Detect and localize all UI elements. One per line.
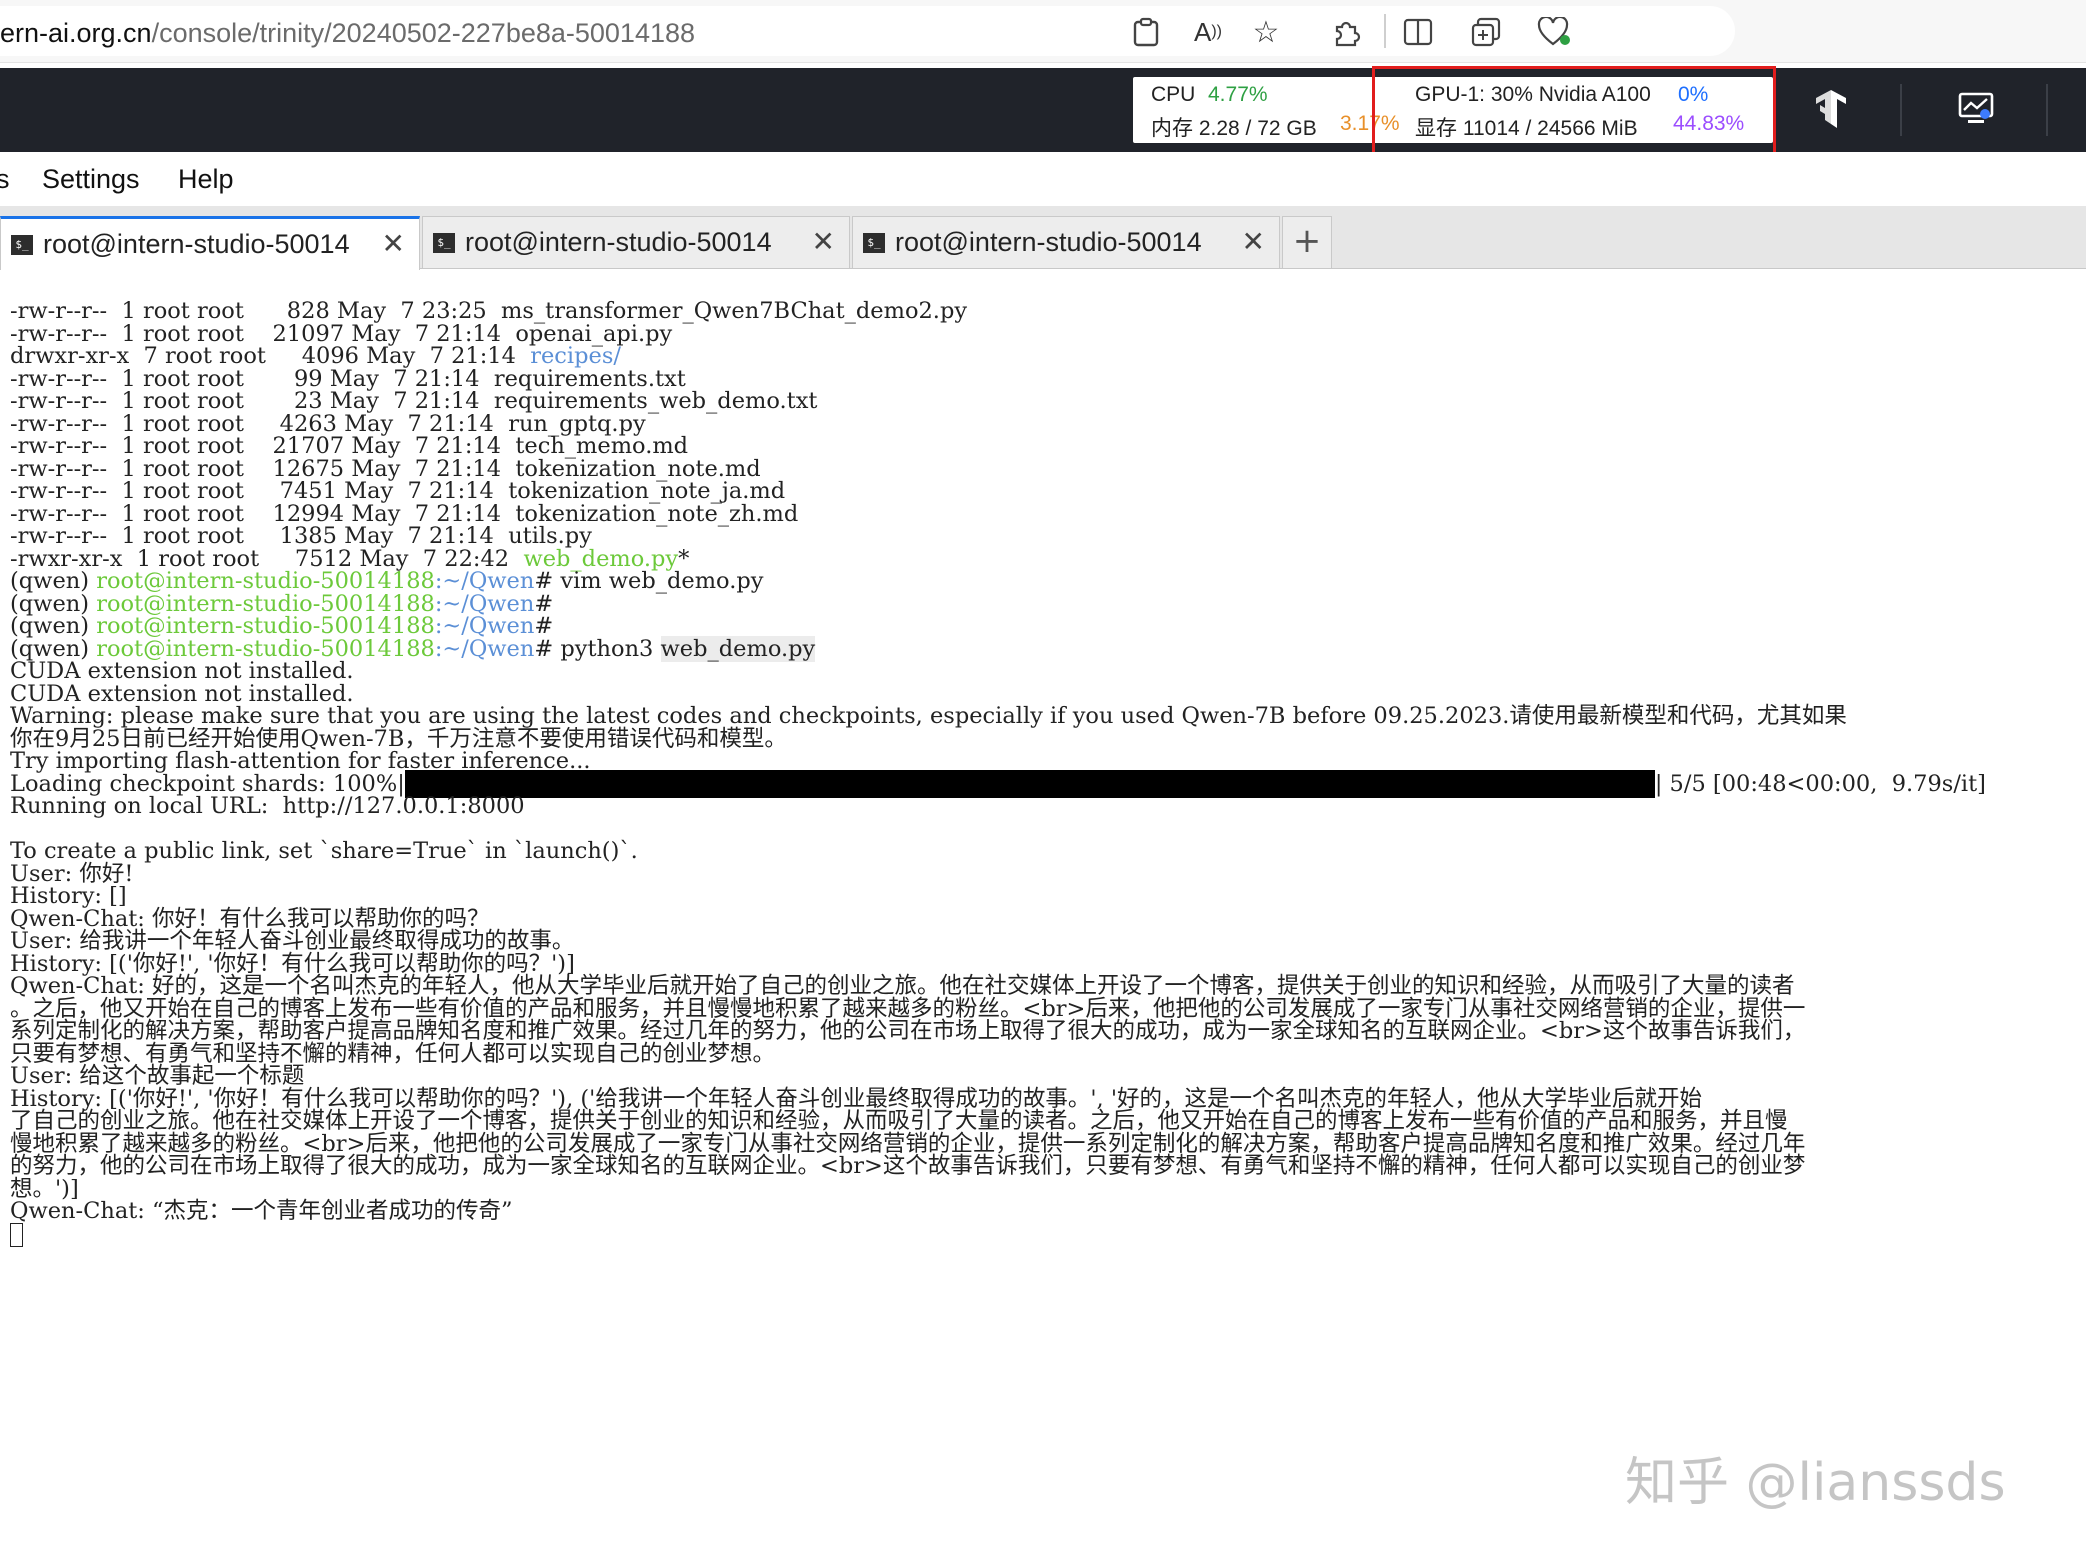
split-screen-icon[interactable]: [1400, 14, 1436, 50]
command-text: vim web_demo.py: [553, 568, 764, 594]
close-icon[interactable]: ✕: [382, 227, 405, 260]
cpu-label: CPU: [1151, 83, 1196, 106]
progress-bar: [404, 769, 1655, 798]
header-divider: [1900, 84, 1902, 136]
favorite-star-icon[interactable]: ☆: [1248, 14, 1284, 50]
browser-toolbar: ern-ai.org.cn/console/trinity/20240502-2…: [0, 0, 2086, 63]
toolbar-divider: [1384, 14, 1386, 48]
tab-terminal-2[interactable]: $_ root@intern-studio-50014 ✕: [422, 216, 850, 268]
output-line: Running on local URL: http://127.0.0.1:8…: [10, 791, 525, 821]
prompt-path: :~/Qwen: [434, 635, 535, 662]
memory-label: 内存 2.28 / 72 GB: [1151, 117, 1317, 140]
command-text: python3: [553, 635, 661, 662]
watermark: 知乎 @lianssds: [1625, 1453, 2006, 1513]
terminal-tab-bar: $_ root@intern-studio-50014 ✕ $_ root@in…: [0, 206, 2086, 270]
progress-tail: | 5/5 [00:48<00:00, 9.79s/it]: [1654, 770, 1986, 797]
command-arg-selected: web_demo.py: [660, 635, 816, 662]
header-divider: [2046, 84, 2048, 136]
gpu-highlight-box: [1372, 66, 1776, 160]
close-icon[interactable]: ✕: [1242, 225, 1265, 258]
cpu-value: 4.77%: [1208, 83, 1268, 106]
output-line: Qwen-Chat: “杰克：一个青年创业者成功的传奇”: [10, 1196, 513, 1226]
menu-item-help[interactable]: Help: [178, 164, 234, 195]
monitor-icon[interactable]: [1953, 86, 1999, 132]
tab-label: root@intern-studio-50014: [895, 227, 1202, 257]
menu-item-settings[interactable]: Settings: [42, 164, 140, 195]
terminal-output[interactable]: -rw-r--r-- 1 root root 828 May 7 23:25 m…: [0, 284, 2086, 1555]
url-path: /console/trinity/20240502-227be8a-500141…: [151, 18, 696, 48]
read-aloud-icon[interactable]: A)): [1190, 14, 1226, 50]
output-text: Running on local URL: http://127.0.0.1:8…: [10, 793, 525, 819]
prompt-hash: #: [534, 635, 554, 662]
address-url[interactable]: ern-ai.org.cn/console/trinity/20240502-2…: [0, 18, 695, 49]
tab-label: root@intern-studio-50014: [465, 227, 772, 257]
tab-terminal-1[interactable]: $_ root@intern-studio-50014 ✕: [0, 216, 420, 270]
tensorboard-icon[interactable]: [1808, 86, 1854, 132]
clipboard-icon[interactable]: [1128, 14, 1164, 50]
terminal-tab-icon: $_: [863, 233, 885, 253]
terminal-cursor: [10, 1222, 23, 1247]
extensions-icon[interactable]: [1328, 14, 1364, 50]
terminal-tab-icon: $_: [433, 233, 455, 253]
cursor-line: [10, 1219, 23, 1249]
collections-icon[interactable]: [1468, 14, 1504, 50]
plus-icon[interactable]: +: [1282, 216, 1332, 268]
output-text: 的努力，他的公司在市场上取得了很大的成功，成为一家全球知名的互联网企业。<br>…: [10, 1153, 1806, 1179]
menu-bar: s Settings Help: [0, 152, 2086, 206]
tab-terminal-3[interactable]: $_ root@intern-studio-50014 ✕: [852, 216, 1280, 268]
browser-essentials-icon[interactable]: [1536, 14, 1572, 50]
close-icon[interactable]: ✕: [812, 225, 835, 258]
menu-item-partial[interactable]: s: [0, 164, 10, 195]
terminal-tab-icon: $_: [11, 235, 33, 255]
url-host: ern-ai.org.cn: [0, 18, 152, 48]
tab-label: root@intern-studio-50014: [43, 229, 350, 259]
output-line: 的努力，他的公司在市场上取得了很大的成功，成为一家全球知名的互联网企业。<br>…: [10, 1151, 1805, 1181]
output-text: Qwen-Chat: “杰克：一个青年创业者成功的传奇”: [10, 1198, 513, 1224]
